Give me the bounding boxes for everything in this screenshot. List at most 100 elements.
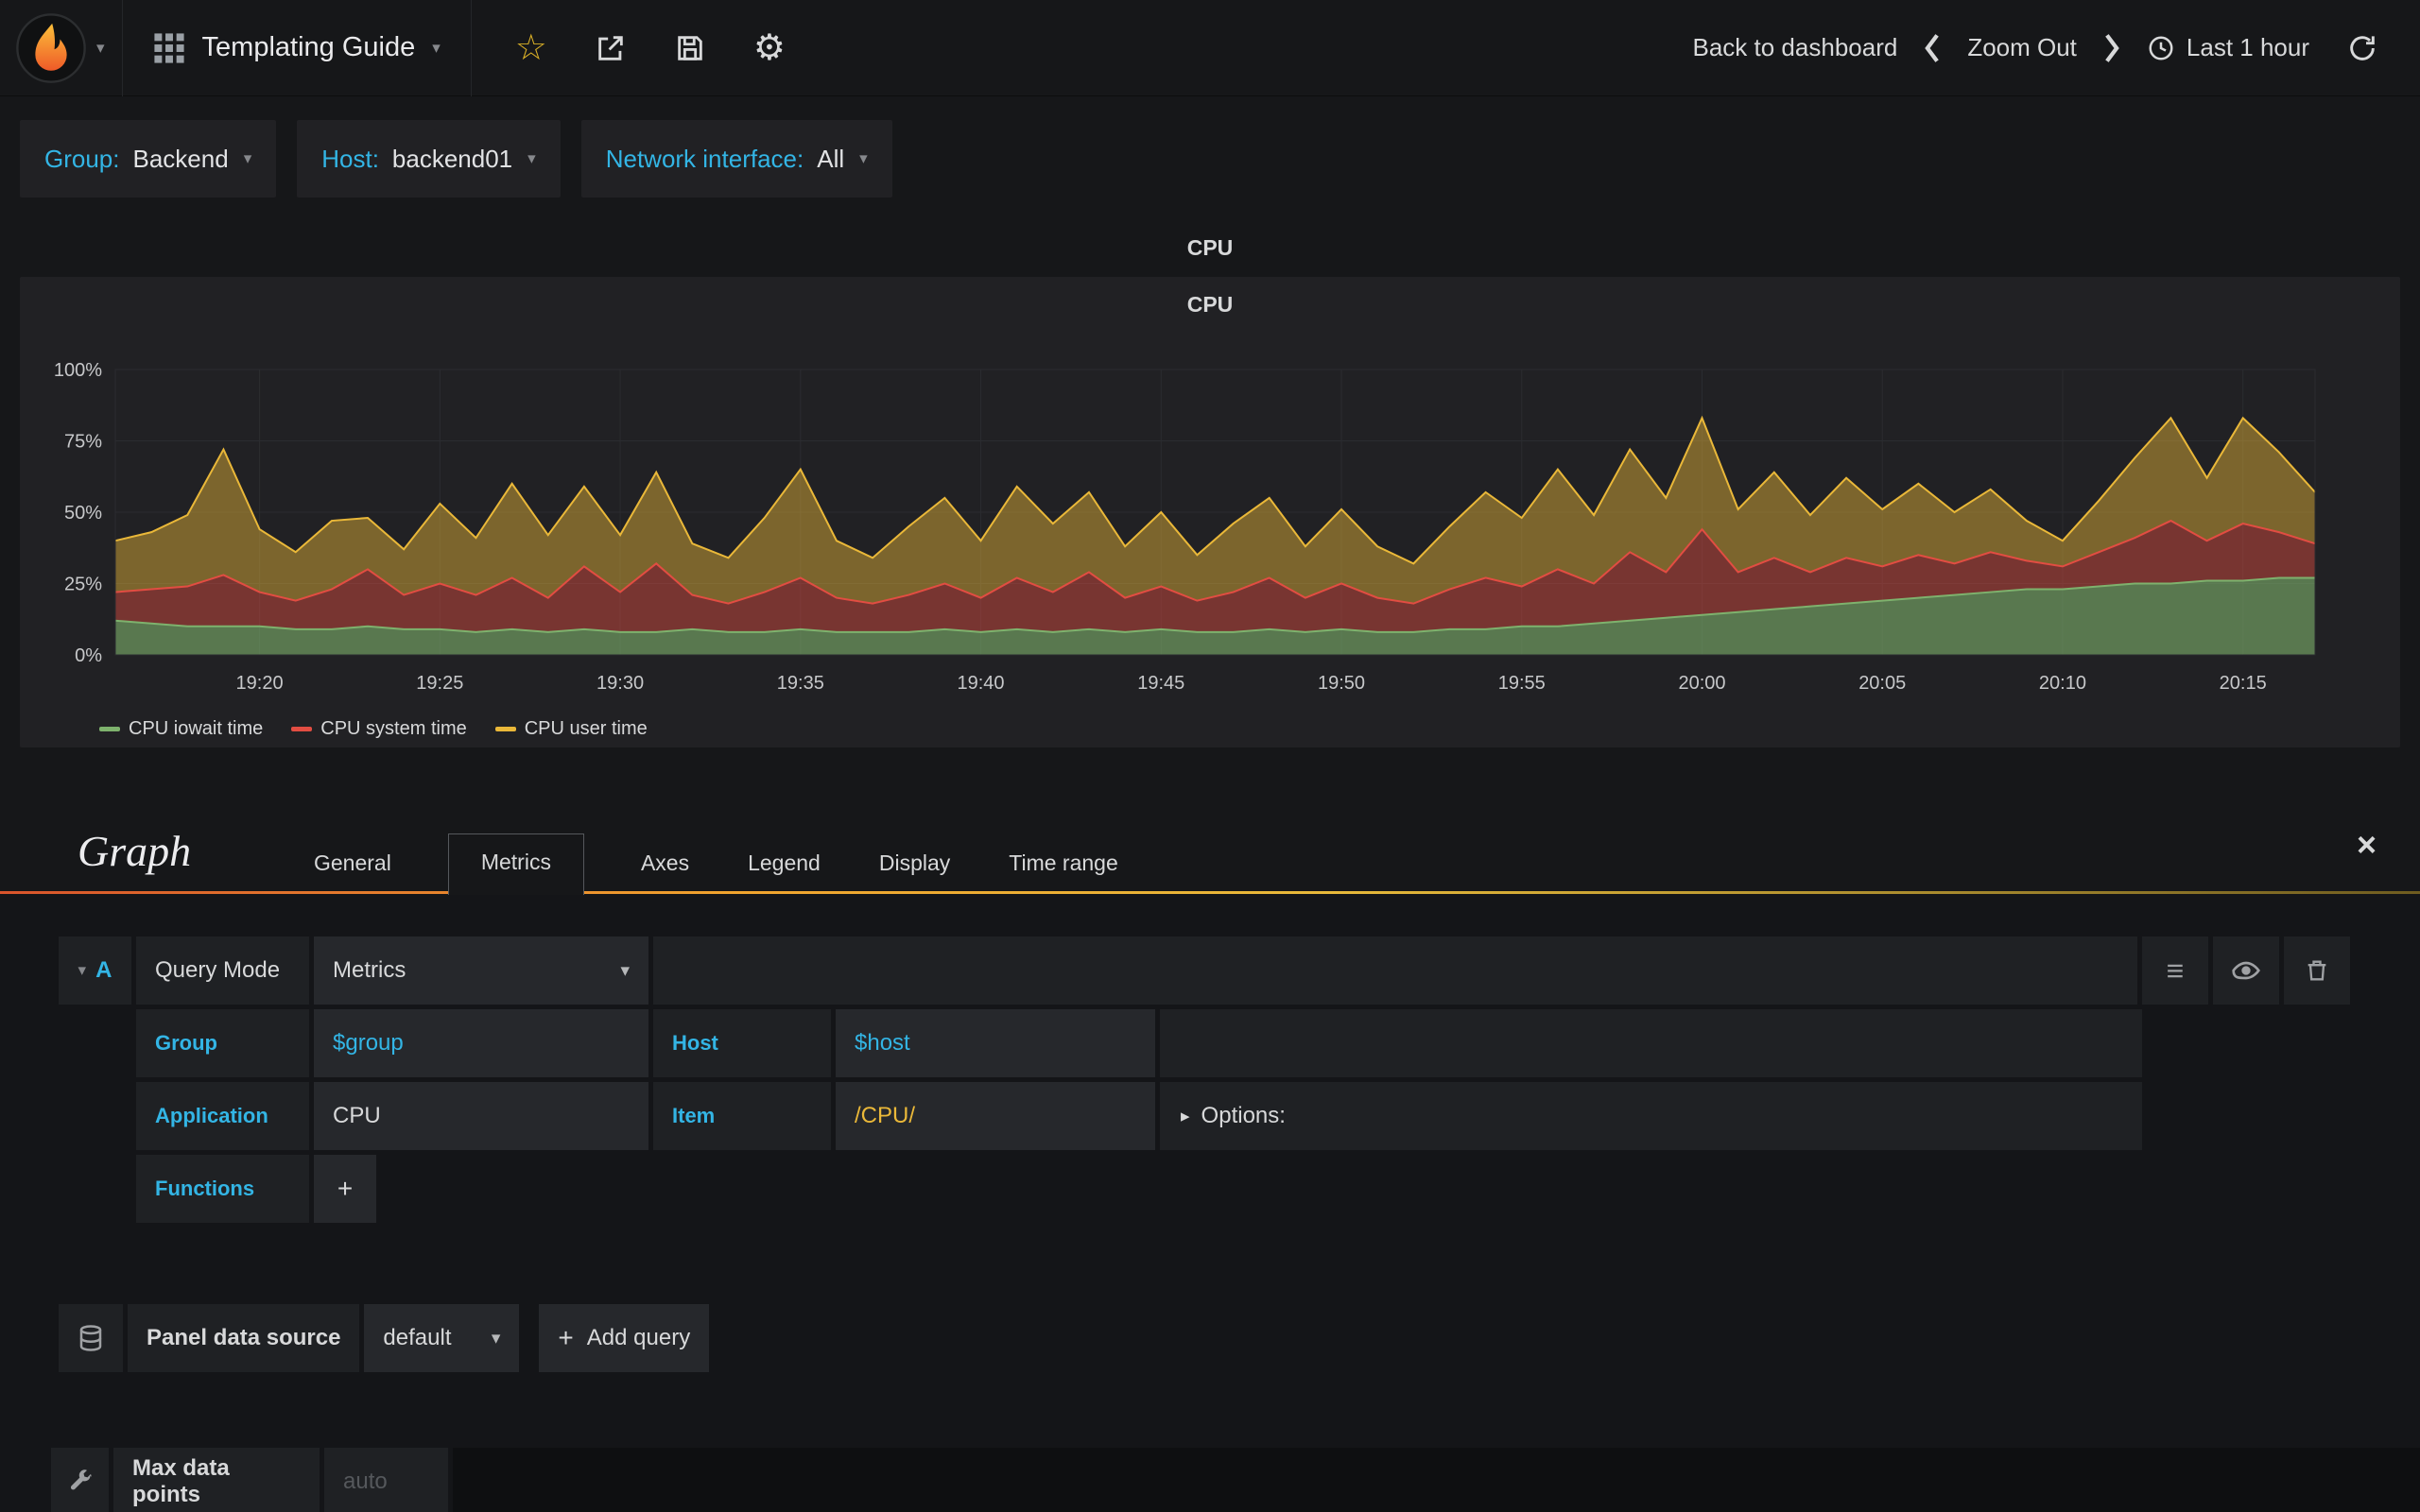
query-row-filler [1160, 1009, 2142, 1077]
template-variables-row: Group: Backend ▾ Host: backend01 ▾ Netwo… [20, 120, 2420, 198]
query-collapse-toggle[interactable]: ▾ A [59, 936, 131, 1005]
org-menu-button[interactable]: ▾ [0, 0, 122, 95]
svg-text:50%: 50% [64, 503, 102, 524]
wrench-icon-cell [51, 1448, 109, 1512]
add-function-button[interactable]: + [314, 1155, 376, 1223]
item-value: /CPU/ [855, 1103, 916, 1128]
chevron-right-icon: ▸ [1181, 1106, 1190, 1126]
chevron-down-icon: ▾ [491, 1328, 501, 1349]
functions-label: Functions [155, 1177, 255, 1200]
variable-label: Network interface: [605, 144, 804, 173]
host-value: $host [855, 1030, 910, 1056]
dashboard-title-menu[interactable]: Templating Guide ▾ [123, 0, 471, 95]
variable-value: backend01 [391, 144, 513, 173]
panel-title[interactable]: CPU [0, 235, 2420, 260]
datasource-dropdown[interactable]: default ▾ [364, 1304, 520, 1372]
back-to-dashboard-button[interactable]: Back to dashboard [1693, 33, 1898, 62]
legend-item[interactable]: CPU user time [494, 718, 648, 740]
group-value-segment[interactable]: $group [314, 1009, 648, 1077]
chevron-down-icon: ▾ [859, 149, 868, 167]
settings-button[interactable]: ⚙ [753, 30, 786, 66]
variable-value: All [817, 144, 845, 173]
svg-text:19:40: 19:40 [958, 673, 1005, 694]
svg-text:20:15: 20:15 [2220, 673, 2267, 694]
query-group-host-row: Group $group Host $host [136, 1009, 2142, 1077]
chevron-right-icon[interactable] [2101, 32, 2122, 64]
query-mode-value: Metrics [333, 957, 406, 983]
save-button[interactable] [674, 32, 706, 64]
max-data-points-row: Max data points [51, 1448, 2420, 1512]
options-toggle[interactable]: ▸ Options: [1160, 1082, 2142, 1150]
wrench-icon [70, 1469, 92, 1490]
plus-icon: + [558, 1323, 574, 1352]
variable-value: Backend [132, 144, 229, 173]
svg-text:0%: 0% [75, 645, 102, 666]
tab-general[interactable]: General [312, 835, 393, 891]
svg-text:100%: 100% [54, 360, 102, 381]
close-icon[interactable]: × [2357, 825, 2377, 865]
query-functions-row: Functions + [136, 1155, 2142, 1223]
time-range-label: Last 1 hour [2186, 33, 2309, 61]
svg-text:19:30: 19:30 [596, 673, 644, 694]
tab-metrics[interactable]: Metrics [447, 833, 584, 895]
max-data-points-label: Max data points [113, 1448, 320, 1512]
svg-text:25%: 25% [64, 575, 102, 595]
svg-text:75%: 75% [64, 432, 102, 453]
cpu-stacked-area-chart[interactable]: 0% 25% 50% 75% 100% 19:20 19:25 19:30 19:35 19:40… [20, 277, 2400, 747]
host-value-segment[interactable]: $host [836, 1009, 1155, 1077]
refresh-button[interactable] [2347, 33, 2377, 63]
tab-display[interactable]: Display [877, 835, 952, 891]
legend-item[interactable]: CPU iowait time [99, 718, 263, 740]
application-value: CPU [333, 1103, 381, 1128]
datasource-icon-cell [59, 1304, 123, 1372]
application-label: Application [155, 1104, 268, 1127]
chevron-down-icon: ▾ [620, 960, 630, 981]
variable-host-dropdown[interactable]: Host: backend01 ▾ [297, 120, 561, 198]
dashboard-title: Templating Guide [201, 32, 416, 62]
variable-label: Host: [321, 144, 379, 173]
datasource-value: default [383, 1325, 452, 1350]
max-data-points-input[interactable] [324, 1448, 448, 1512]
clock-icon [2149, 36, 2173, 60]
application-value-segment[interactable]: CPU [314, 1082, 648, 1150]
refresh-icon [2350, 35, 2375, 60]
query-menu-button[interactable]: ≡ [2142, 936, 2208, 1005]
variable-group-dropdown[interactable]: Group: Backend ▾ [20, 120, 277, 198]
group-label: Group [155, 1031, 217, 1055]
svg-text:19:50: 19:50 [1318, 673, 1365, 694]
share-button[interactable] [595, 32, 627, 64]
dashboard-actions: ☆ ⚙ [472, 0, 829, 95]
chevron-left-icon[interactable] [1922, 32, 1943, 64]
add-query-button[interactable]: + Add query [539, 1304, 710, 1372]
datasource-label: Panel data source [128, 1304, 360, 1372]
host-label: Host [672, 1031, 718, 1055]
navbar-right: Back to dashboard Zoom Out Last 1 hour [1693, 32, 2378, 64]
series-color-marker [494, 727, 516, 731]
chart-legend: CPU iowait time CPU system time CPU user… [99, 718, 648, 740]
plus-icon: + [337, 1174, 354, 1203]
navbar: ▾ Templating Guide ▾ ☆ ⚙ Back to dashboa… [0, 0, 2420, 96]
tab-time-range[interactable]: Time range [1007, 835, 1119, 891]
series-label: CPU iowait time [129, 718, 264, 739]
gear-icon: ⚙ [752, 27, 786, 68]
legend-item[interactable]: CPU system time [291, 718, 467, 740]
eye-icon [2232, 961, 2260, 980]
zoom-out-button[interactable]: Zoom Out [1967, 33, 2077, 62]
save-icon [678, 35, 702, 60]
variable-network-interface-dropdown[interactable]: Network interface: All ▾ [580, 120, 892, 198]
chevron-down-icon: ▾ [78, 961, 87, 979]
item-value-segment[interactable]: /CPU/ [836, 1082, 1155, 1150]
panel-type-title: Graph [78, 827, 192, 875]
svg-text:20:05: 20:05 [1858, 673, 1906, 694]
query-mode-dropdown[interactable]: Metrics ▾ [314, 936, 648, 1005]
chevron-down-icon: ▾ [243, 149, 252, 167]
query-toggle-visibility-button[interactable] [2213, 936, 2279, 1005]
variable-label: Group: [44, 144, 120, 173]
query-delete-button[interactable] [2284, 936, 2350, 1005]
star-button[interactable]: ☆ [515, 30, 547, 66]
datasource-row: Panel data source default ▾ + Add query [59, 1304, 2420, 1372]
time-picker-button[interactable]: Last 1 hour [2147, 33, 2309, 62]
grafana-logo-icon [16, 12, 86, 83]
tab-legend[interactable]: Legend [746, 835, 822, 891]
tab-axes[interactable]: Axes [639, 835, 691, 891]
